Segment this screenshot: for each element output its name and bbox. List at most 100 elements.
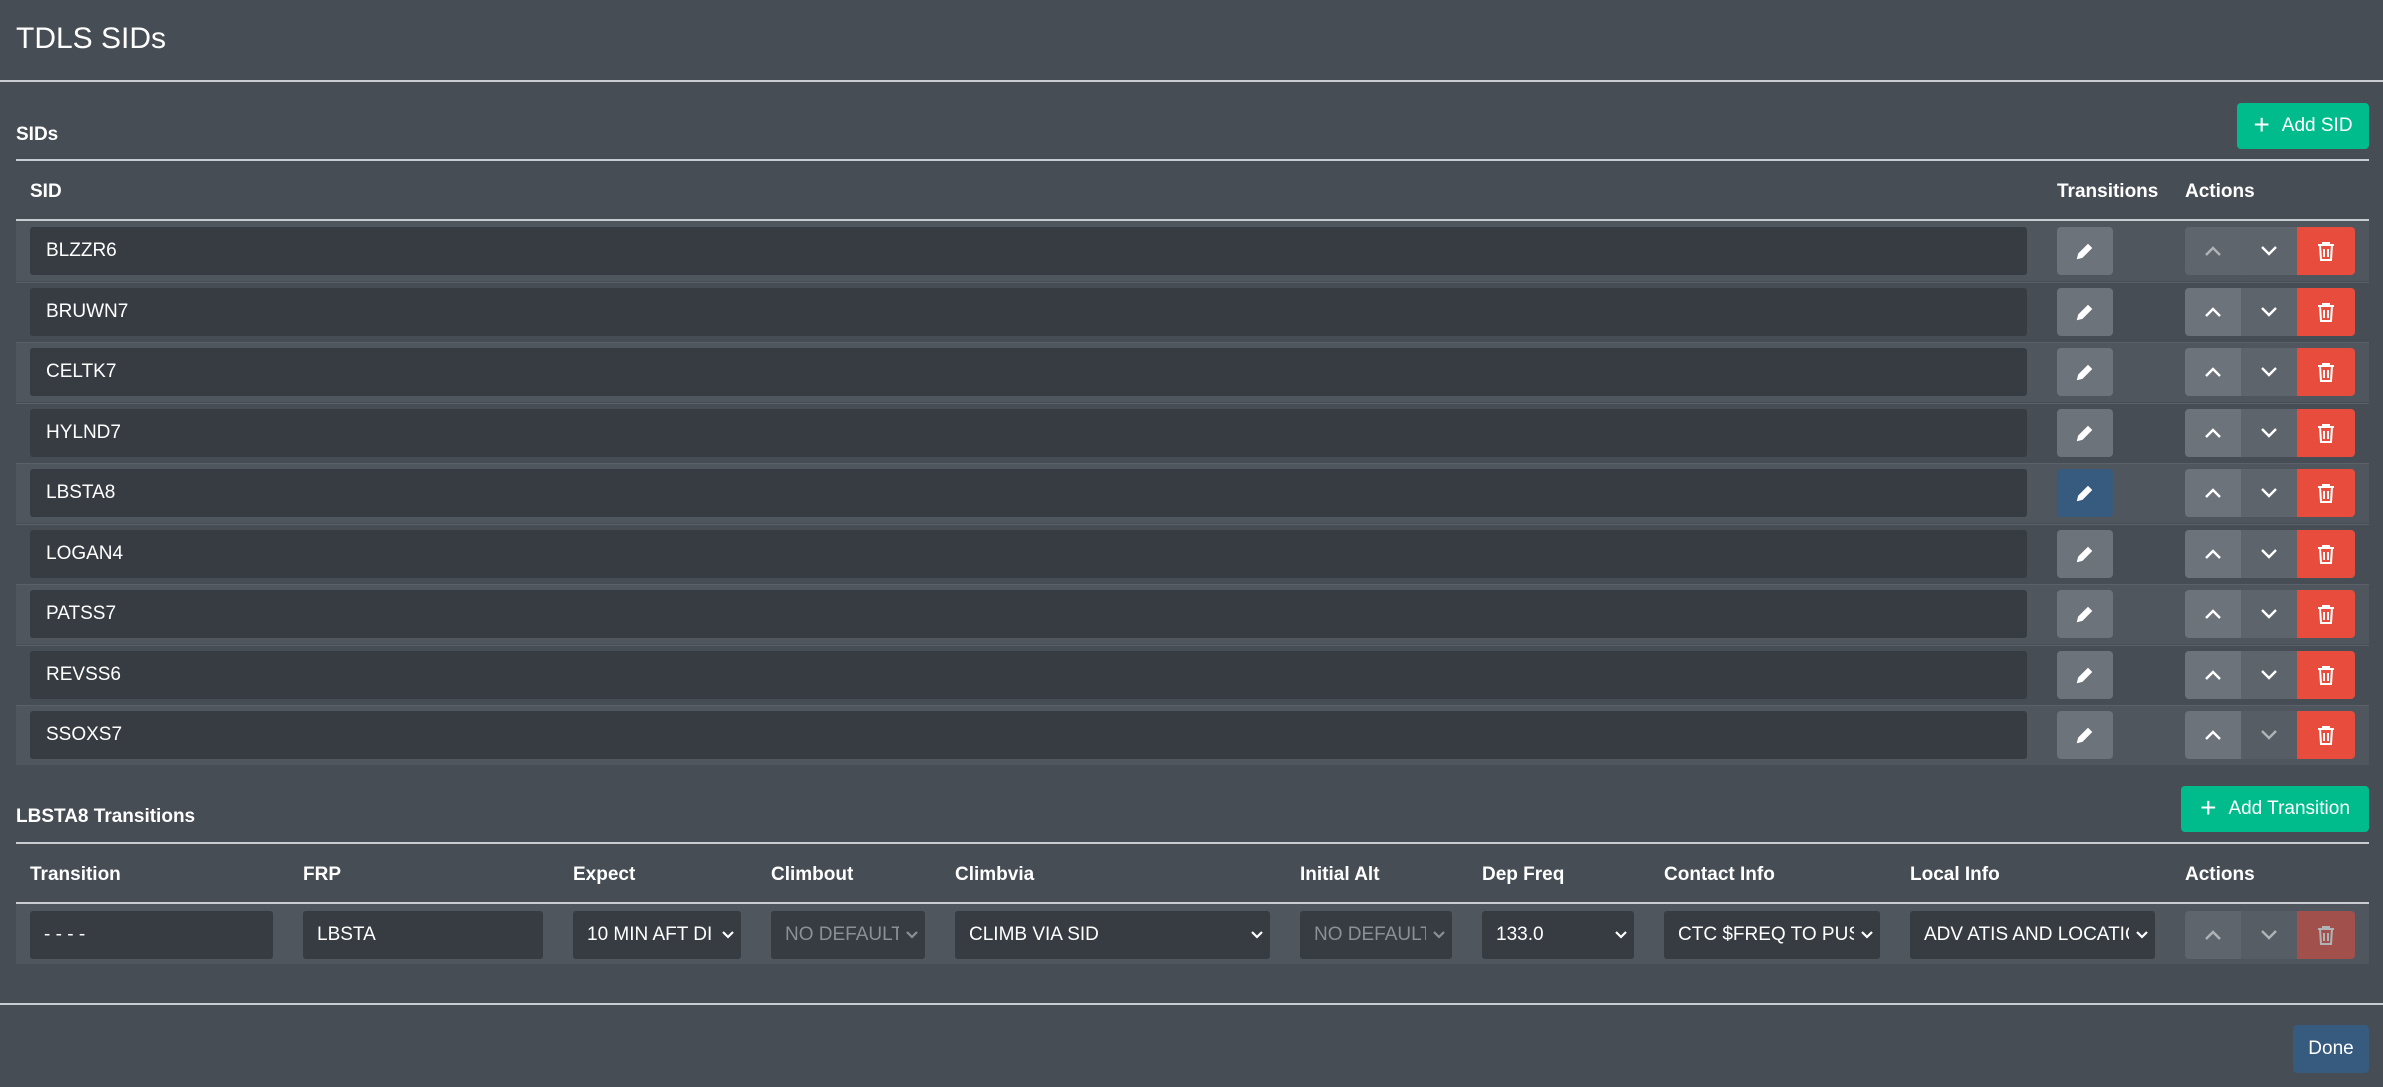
climbout-column-header: Climbout [771,864,854,885]
move-down-button[interactable] [2241,911,2297,959]
chevron-up-icon [2205,428,2221,438]
move-up-button[interactable] [2185,651,2241,699]
move-up-button[interactable] [2185,288,2241,336]
sid-row-actions [2185,348,2355,396]
sid-name-input[interactable]: SSOXS7 [30,711,2027,759]
add-sid-button[interactable]: + Add SID [2237,103,2369,149]
sid-name-input[interactable]: PATSS7 [30,590,2027,638]
row-separator [16,584,2369,585]
chevron-down-icon [2261,670,2277,680]
sid-row-actions [2185,651,2355,699]
initial-alt-select[interactable]: NO DEFAULT [1300,911,1452,959]
move-down-button[interactable] [2241,409,2297,457]
trash-icon [2318,545,2334,564]
move-up-button[interactable] [2185,227,2241,275]
trash-icon [2318,605,2334,624]
dep-freq-select[interactable]: 133.0 [1482,911,1634,959]
move-down-button[interactable] [2241,348,2297,396]
pencil-icon [2076,667,2093,684]
transitions-table-top-border [16,842,2369,844]
chevron-up-icon [2205,549,2221,559]
chevron-up-icon [2205,307,2221,317]
trash-icon [2318,363,2334,382]
frp-input[interactable]: LBSTA [303,911,543,959]
chevron-down-icon [1426,930,1452,940]
pencil-icon [2076,243,2093,260]
trash-icon [2318,666,2334,685]
edit-transitions-button[interactable] [2057,590,2113,638]
chevron-up-icon [2205,488,2221,498]
chevron-down-icon [2261,428,2277,438]
move-up-button[interactable] [2185,348,2241,396]
move-up-button[interactable] [2185,911,2241,959]
modal-footer-border [0,1003,2383,1005]
chevron-down-icon [2129,930,2155,940]
move-down-button[interactable] [2241,711,2297,759]
move-up-button[interactable] [2185,530,2241,578]
edit-transitions-button[interactable] [2057,711,2113,759]
contact-info-select[interactable]: CTC $FREQ TO PUSH [1664,911,1880,959]
chevron-down-icon [2261,488,2277,498]
edit-transitions-button[interactable] [2057,651,2113,699]
delete-button[interactable] [2297,530,2355,578]
edit-transitions-button[interactable] [2057,469,2113,517]
trash-icon [2318,484,2334,503]
chevron-down-icon [715,930,741,940]
local-info-select[interactable]: ADV ATIS AND LOCATIO [1910,911,2155,959]
delete-button[interactable] [2297,227,2355,275]
expect-select[interactable]: 10 MIN AFT DI [573,911,741,959]
delete-button[interactable] [2297,711,2355,759]
sid-name-input[interactable]: LBSTA8 [30,469,2027,517]
edit-transitions-button[interactable] [2057,227,2113,275]
edit-transitions-button[interactable] [2057,348,2113,396]
move-down-button[interactable] [2241,590,2297,638]
chevron-up-icon [2205,609,2221,619]
edit-transitions-button[interactable] [2057,288,2113,336]
move-up-button[interactable] [2185,590,2241,638]
transition-name-input[interactable]: - - - - [30,911,273,959]
chevron-down-icon [2261,307,2277,317]
sid-name-input[interactable]: BLZZR6 [30,227,2027,275]
move-down-button[interactable] [2241,288,2297,336]
move-down-button[interactable] [2241,530,2297,578]
move-up-button[interactable] [2185,711,2241,759]
pencil-icon [2076,364,2093,381]
add-sid-label: Add SID [2281,115,2353,136]
delete-button[interactable] [2297,469,2355,517]
sid-name-input[interactable]: HYLND7 [30,409,2027,457]
sid-name-input[interactable]: CELTK7 [30,348,2027,396]
delete-button[interactable] [2297,590,2355,638]
transition-row-actions [2185,911,2355,959]
move-up-button[interactable] [2185,409,2241,457]
edit-transitions-button[interactable] [2057,530,2113,578]
row-separator [16,645,2369,646]
chevron-down-icon [899,930,925,940]
move-up-button[interactable] [2185,469,2241,517]
delete-button[interactable] [2297,911,2355,959]
delete-button[interactable] [2297,409,2355,457]
row-separator [16,524,2369,525]
delete-button[interactable] [2297,288,2355,336]
add-transition-button[interactable]: + Add Transition [2181,786,2369,832]
trash-icon [2318,726,2334,745]
move-down-button[interactable] [2241,227,2297,275]
sid-name-input[interactable]: REVSS6 [30,651,2027,699]
delete-button[interactable] [2297,348,2355,396]
done-button[interactable]: Done [2293,1025,2369,1073]
modal-header: TDLS SIDs [0,0,2383,82]
plus-icon: + [2253,108,2270,140]
modal-title: TDLS SIDs [16,22,167,55]
climbout-select[interactable]: NO DEFAULT [771,911,925,959]
edit-transitions-button[interactable] [2057,409,2113,457]
pencil-icon [2076,485,2093,502]
climbvia-column-header: Climbvia [955,864,1035,885]
sid-name-input[interactable]: LOGAN4 [30,530,2027,578]
delete-button[interactable] [2297,651,2355,699]
climbvia-select[interactable]: CLIMB VIA SID [955,911,1270,959]
move-down-button[interactable] [2241,651,2297,699]
sid-column-header: SID [30,181,62,202]
sid-name-input[interactable]: BRUWN7 [30,288,2027,336]
row-separator [16,705,2369,706]
move-down-button[interactable] [2241,469,2297,517]
pencil-icon [2076,546,2093,563]
